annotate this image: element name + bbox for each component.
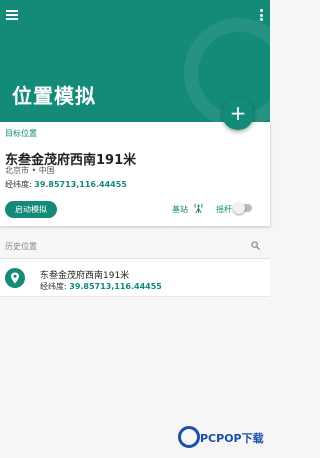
search-icon[interactable] bbox=[251, 241, 260, 250]
target-coordinates: 经纬度: 39.85713,116.44455 bbox=[5, 179, 127, 190]
coord-value: 39.85713,116.44455 bbox=[69, 282, 162, 291]
history-item[interactable]: 东叁金茂府西南191米 经纬度: 39.85713,116.44455 bbox=[0, 259, 270, 297]
joystick-toggle[interactable] bbox=[233, 202, 252, 214]
add-location-button[interactable]: + bbox=[222, 98, 254, 130]
joystick-label: 摇杆 bbox=[216, 205, 232, 214]
page-title: 位置模拟 bbox=[12, 84, 96, 108]
base-station-label[interactable]: 基站 bbox=[172, 204, 188, 215]
history-section-label: 历史位置 bbox=[5, 242, 37, 251]
coord-value: 39.85713,116.44455 bbox=[34, 180, 127, 189]
target-city: 北京市 • 中国 bbox=[5, 166, 55, 175]
coord-label: 经纬度: bbox=[5, 180, 32, 189]
watermark-text: PCPOP下载 bbox=[200, 432, 264, 445]
start-simulation-button[interactable]: 启动模拟 bbox=[5, 201, 57, 218]
target-card: 目标位置 东叁金茂府西南191米 北京市 • 中国 经纬度: 39.85713,… bbox=[0, 122, 270, 226]
watermark-circle bbox=[178, 426, 200, 448]
watermark-logo: PCPOP下载 bbox=[178, 426, 268, 452]
location-pin-icon bbox=[11, 272, 19, 284]
coord-label: 经纬度: bbox=[40, 282, 67, 291]
target-section-label: 目标位置 bbox=[5, 129, 37, 138]
menu-icon[interactable] bbox=[6, 10, 18, 20]
history-item-coordinates: 经纬度: 39.85713,116.44455 bbox=[40, 281, 162, 292]
history-item-name: 东叁金茂府西南191米 bbox=[40, 271, 130, 281]
location-avatar bbox=[5, 268, 25, 288]
antenna-icon[interactable] bbox=[193, 202, 204, 213]
more-vert-icon[interactable] bbox=[260, 9, 264, 22]
toggle-knob bbox=[233, 202, 245, 214]
